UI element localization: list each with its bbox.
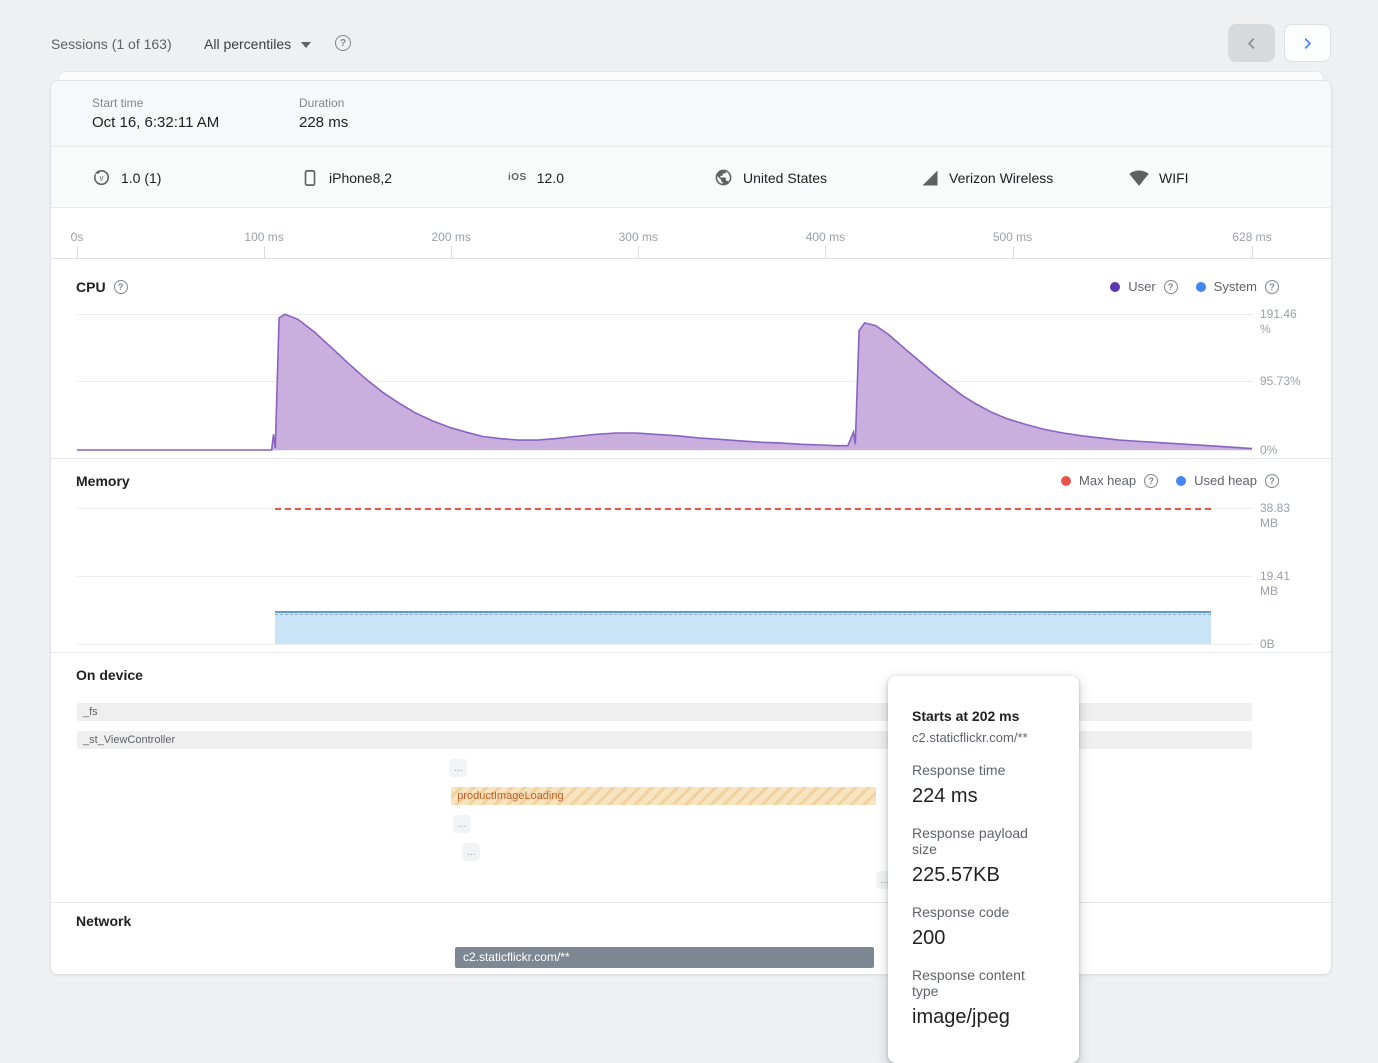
- memory-section: Memory Max heap Used heap 38.83 MB: [51, 459, 1332, 653]
- cpu-user-area: [77, 314, 1252, 450]
- cpu-ylabel-zero: 0%: [1260, 443, 1310, 458]
- network-section: Network c2.staticflickr.com/**: [51, 903, 1332, 975]
- carrier-item: Verizon Wireless: [921, 147, 1053, 208]
- maxheap-help-icon[interactable]: [1144, 474, 1158, 488]
- memory-ylabel-mid: 19.41 MB: [1260, 569, 1310, 599]
- chevron-down-icon: [301, 42, 311, 48]
- next-session-button[interactable]: [1284, 24, 1331, 62]
- timeline-tick-mark: [77, 246, 78, 258]
- tooltip-fields: Response time 224 ms Response payload size…: [912, 762, 1055, 1029]
- start-time-value: Oct 16, 6:32:11 AM: [92, 114, 219, 131]
- cpu-ylabel-max: 191.46 %: [1260, 307, 1310, 337]
- memory-ylabel-zero: 0B: [1260, 637, 1310, 652]
- memory-legend-usedheap: Used heap: [1176, 473, 1279, 488]
- start-time-label: Start time: [92, 96, 219, 110]
- globe-icon: [714, 168, 733, 187]
- tooltip-field-label: Response content type: [912, 967, 1055, 999]
- tooltip-field-label: Response time: [912, 762, 1055, 778]
- timeline-tick-label: 500 ms: [993, 230, 1032, 244]
- timeline-tick-mark: [264, 246, 265, 258]
- timeline-tick-mark: [1013, 246, 1014, 258]
- used-heap-area[interactable]: [275, 611, 1211, 644]
- ios-icon: iOS: [508, 172, 527, 183]
- tooltip-field-value: 200: [912, 927, 1055, 950]
- duration-value: 228 ms: [299, 114, 348, 131]
- used-heap-top-dash: [275, 614, 1211, 615]
- carrier-value: Verizon Wireless: [949, 170, 1053, 186]
- help-icon[interactable]: [335, 35, 351, 51]
- memory-legend: Max heap Used heap: [1061, 473, 1279, 488]
- tooltip-field-value: 224 ms: [912, 785, 1055, 808]
- collapsed-trace-chip[interactable]: ...: [449, 759, 467, 777]
- cpu-ylabel-mid: 95.73%: [1260, 374, 1310, 389]
- country-item: United States: [714, 147, 827, 208]
- chevron-right-icon: [1300, 36, 1315, 51]
- timeline-tick-label: 628 ms: [1232, 230, 1271, 244]
- usedheap-legend-label: Used heap: [1194, 473, 1257, 488]
- tooltip-field-label: Response payload size: [912, 825, 1055, 857]
- timeline-tick-mark: [1252, 246, 1253, 258]
- timeline-tick-label: 400 ms: [806, 230, 845, 244]
- percentiles-dropdown[interactable]: All percentiles: [204, 36, 311, 52]
- wifi-icon: [1129, 168, 1149, 188]
- network-request-tooltip: Starts at 202 ms c2.staticflickr.com/** …: [888, 676, 1079, 1063]
- device-model-value: iPhone8,2: [329, 170, 392, 186]
- previous-session-button[interactable]: [1228, 24, 1275, 62]
- os-version-item: iOS 12.0: [508, 147, 564, 208]
- app-version-icon: v: [92, 168, 111, 187]
- on-device-bars: _fs_st_ViewController...productImageLoad…: [51, 653, 1332, 902]
- timeline-tick-label: 0s: [71, 230, 84, 244]
- maxheap-legend-label: Max heap: [1079, 473, 1136, 488]
- collapsed-trace-chip[interactable]: ...: [462, 843, 480, 861]
- usedheap-legend-dot: [1176, 476, 1186, 486]
- cpu-chart[interactable]: [51, 259, 1332, 459]
- tooltip-title: Starts at 202 ms: [912, 708, 1055, 724]
- radio-value: WIFI: [1159, 170, 1189, 186]
- session-card: Start time Oct 16, 6:32:11 AM Duration 2…: [50, 80, 1332, 975]
- percentiles-dropdown-label: All percentiles: [204, 36, 291, 52]
- os-version-value: 12.0: [537, 170, 564, 186]
- memory-legend-maxheap: Max heap: [1061, 473, 1158, 488]
- device-info-band: v 1.0 (1) iPhone8,2 iOS 12.0 United Stat…: [51, 147, 1332, 208]
- network-request-bar[interactable]: c2.staticflickr.com/**: [455, 947, 874, 968]
- memory-gridline-mid: [77, 576, 1252, 577]
- timeline-axis[interactable]: 0s 100 ms 200 ms 300 ms 400 ms 500 ms 628 ms: [51, 208, 1332, 259]
- memory-gridline-bottom: [77, 644, 1252, 645]
- chevron-left-icon: [1244, 36, 1259, 51]
- maxheap-legend-dot: [1061, 476, 1071, 486]
- tooltip-field-label: Response code: [912, 904, 1055, 920]
- on-device-section: On device _fs_st_ViewController...produc…: [51, 653, 1332, 903]
- country-value: United States: [743, 170, 827, 186]
- memory-section-title: Memory: [76, 473, 130, 489]
- app-version-item: v 1.0 (1): [92, 147, 161, 208]
- timeline-tick-label: 100 ms: [244, 230, 283, 244]
- network-bars: c2.staticflickr.com/**: [51, 903, 1332, 975]
- timeline-tick-label: 200 ms: [432, 230, 471, 244]
- svg-text:v: v: [100, 173, 104, 182]
- tooltip-field-value: 225.57KB: [912, 864, 1055, 887]
- device-model-item: iPhone8,2: [301, 147, 392, 208]
- timeline-tick-mark: [638, 246, 639, 258]
- cpu-user-line: [77, 314, 1252, 450]
- cell-signal-icon: [921, 169, 939, 187]
- timeline-tick-mark: [825, 246, 826, 258]
- session-summary-band: Start time Oct 16, 6:32:11 AM Duration 2…: [51, 81, 1332, 147]
- memory-ylabel-max: 38.83 MB: [1260, 501, 1310, 531]
- collapsed-trace-chip[interactable]: ...: [453, 815, 471, 833]
- memory-title-text: Memory: [76, 473, 130, 489]
- duration-label: Duration: [299, 96, 348, 110]
- timeline-tick-mark: [451, 246, 452, 258]
- phone-icon: [301, 169, 319, 187]
- radio-item: WIFI: [1129, 147, 1189, 208]
- tooltip-field-value: image/jpeg: [912, 1006, 1055, 1029]
- app-version-value: 1.0 (1): [121, 170, 161, 186]
- usedheap-help-icon[interactable]: [1265, 474, 1279, 488]
- tooltip-url: c2.staticflickr.com/**: [912, 730, 1055, 745]
- cpu-section: CPU User System: [51, 259, 1332, 459]
- sessions-count-label: Sessions (1 of 163): [51, 36, 172, 52]
- trace-bar[interactable]: productImageLoading: [451, 787, 876, 805]
- max-heap-dashed-line[interactable]: [275, 508, 1211, 510]
- timeline-tick-label: 300 ms: [619, 230, 658, 244]
